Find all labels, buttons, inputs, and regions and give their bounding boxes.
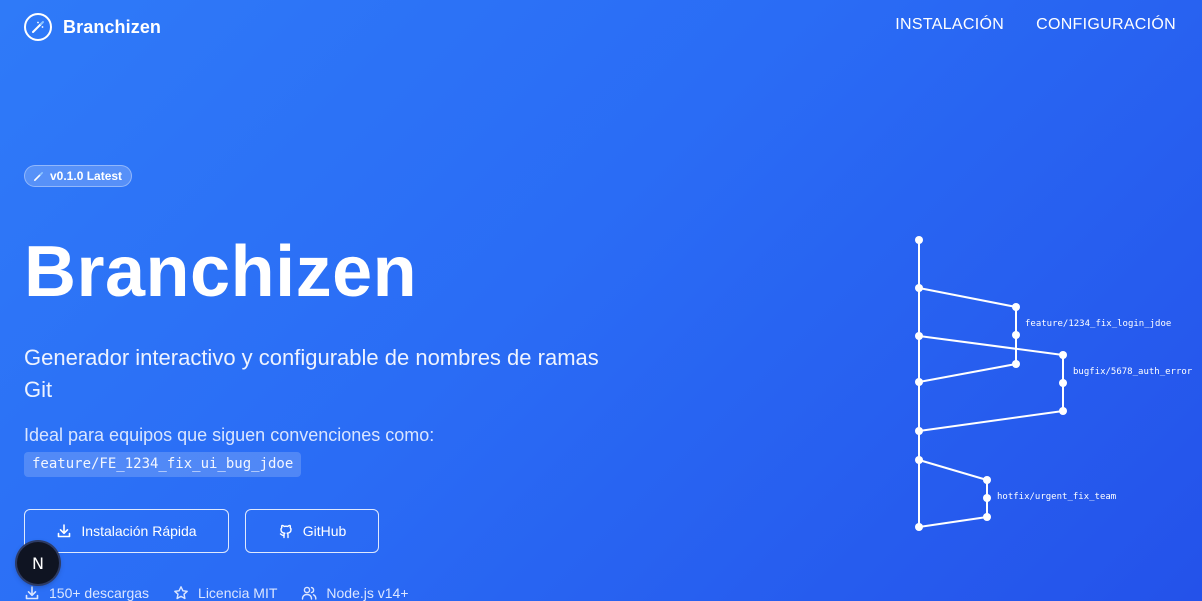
stats-row: 150+ descargas Licencia MIT Node.js v14+: [24, 585, 409, 601]
commit-node: [915, 378, 923, 386]
hero-title: Branchizen: [24, 232, 418, 312]
wand-icon: [33, 171, 44, 182]
commit-node: [1059, 407, 1067, 415]
download-icon: [56, 523, 72, 539]
example-branch-code: feature/FE_1234_fix_ui_bug_jdoe: [24, 452, 302, 477]
commit-node: [983, 476, 991, 484]
github-label: GitHub: [302, 523, 347, 539]
commit-node: [1012, 303, 1020, 311]
branch-label-bugfix: bugfix/5678_auth_error: [1073, 367, 1193, 377]
stat-downloads-label: 150+ descargas: [49, 585, 150, 601]
hero-subtitle: Generador interactivo y configurable de …: [24, 345, 599, 402]
top-header: Branchizen INSTALACIÓN CONFIGURACIÓN: [0, 0, 1202, 54]
download-icon: [24, 585, 40, 601]
version-badge-label: v0.1.0 Latest: [50, 169, 123, 183]
commit-node: [1059, 379, 1067, 387]
feature-branch-line: [918, 287, 1017, 383]
floating-n-button[interactable]: N: [17, 542, 59, 584]
branch-label-hotfix: hotfix/urgent_fix_team: [997, 492, 1116, 502]
commit-node: [1012, 331, 1020, 339]
hotfix-branch-line: [918, 459, 988, 528]
nav-link-configuracion[interactable]: CONFIGURACIÓN: [1036, 16, 1176, 34]
commit-node: [1059, 351, 1067, 359]
star-icon: [173, 585, 189, 601]
stat-node: Node.js v14+: [301, 585, 409, 601]
commit-node: [915, 236, 923, 244]
version-badge: v0.1.0 Latest: [24, 165, 133, 187]
hero-description: Ideal para equipos que siguen convencion…: [24, 425, 435, 445]
github-icon: [278, 523, 294, 539]
quick-install-label: Instalación Rápida: [81, 523, 197, 539]
stat-license: Licencia MIT: [173, 585, 277, 601]
brand-logo-link[interactable]: Branchizen: [24, 11, 161, 43]
github-button[interactable]: GitHub: [245, 509, 379, 553]
stat-node-label: Node.js v14+: [326, 585, 409, 601]
wand-icon: [24, 13, 52, 41]
quick-install-button[interactable]: Instalación Rápida: [24, 509, 229, 553]
stat-license-label: Licencia MIT: [198, 585, 278, 601]
stat-downloads: 150+ descargas: [24, 585, 149, 601]
branch-label-feature: feature/1234_fix_login_jdoe: [1025, 319, 1171, 329]
bugfix-branch-line: [918, 335, 1064, 432]
commit-node: [1012, 360, 1020, 368]
commit-node: [983, 513, 991, 521]
commit-node: [915, 427, 923, 435]
commit-node: [915, 523, 923, 531]
brand-name: Branchizen: [63, 16, 162, 37]
commit-node: [915, 284, 923, 292]
commit-node: [915, 456, 923, 464]
git-branch-graph: feature/1234_fix_login_jdoe bugfix/5678_…: [915, 236, 1193, 531]
users-icon: [301, 585, 317, 601]
commit-node: [983, 494, 991, 502]
nav-link-instalacion[interactable]: INSTALACIÓN: [895, 16, 1004, 34]
main-nav: INSTALACIÓN CONFIGURACIÓN: [895, 16, 1176, 34]
commit-node: [915, 332, 923, 340]
